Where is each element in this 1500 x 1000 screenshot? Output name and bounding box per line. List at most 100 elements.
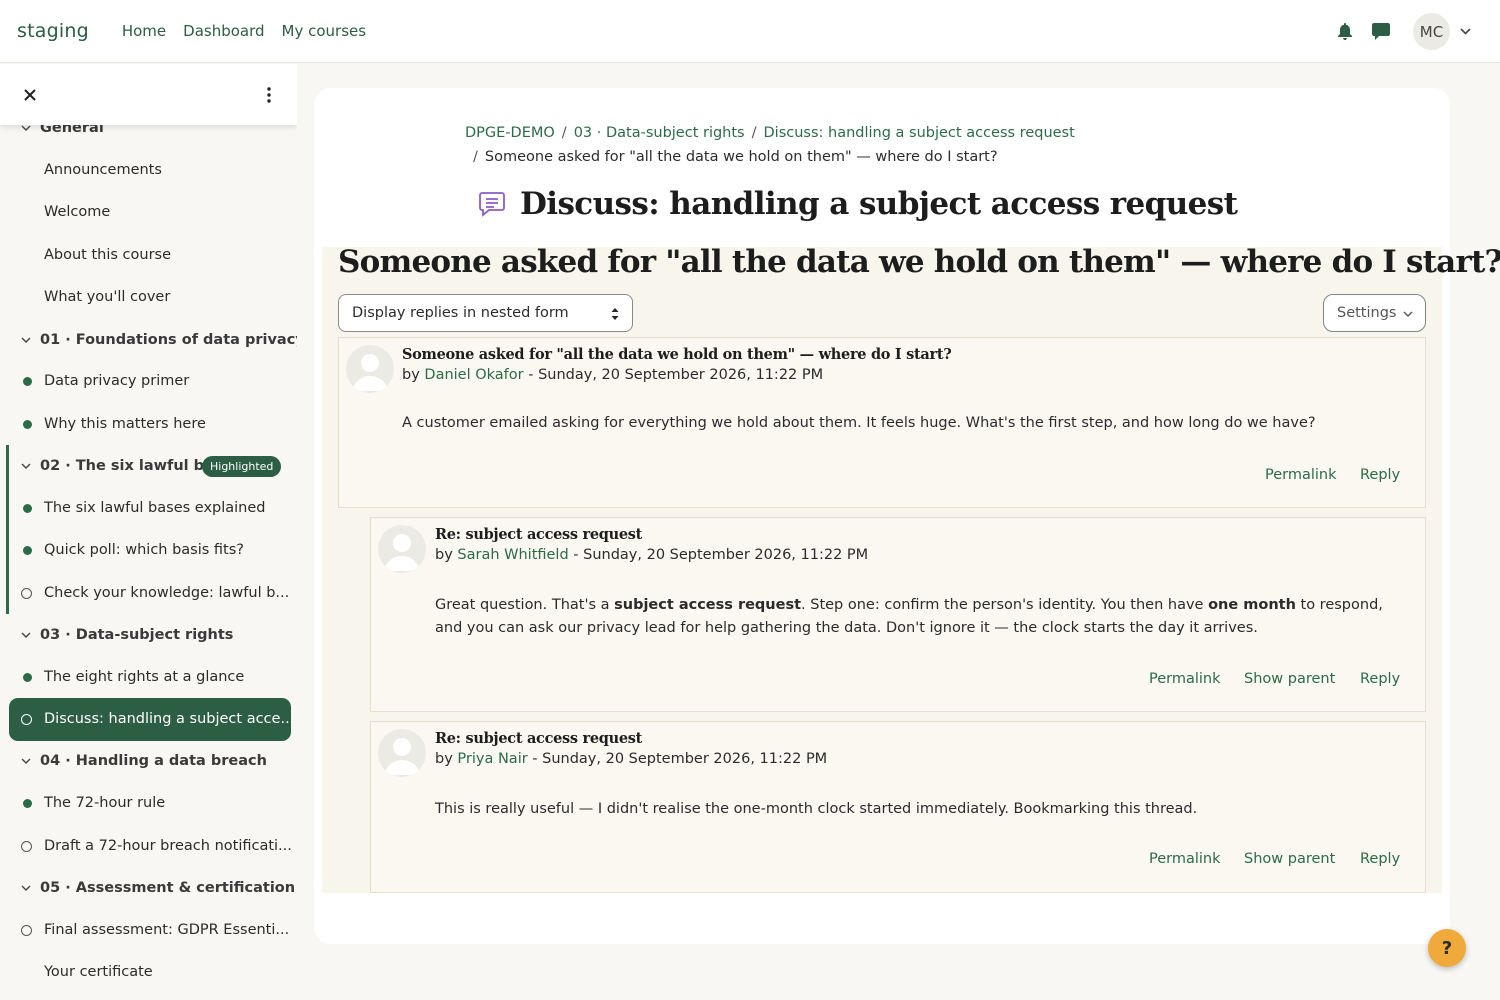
breadcrumb-section-link[interactable]: 03 · Data-subject rights — [574, 125, 745, 141]
course-item-eight-rights[interactable]: The eight rights at a glance — [0, 657, 297, 697]
course-item-label: The eight rights at a glance — [44, 669, 245, 685]
course-item-announcements[interactable]: Announcements — [0, 150, 297, 190]
section-02[interactable]: 02 · The six lawful b... Highlighted — [0, 446, 297, 486]
permalink-link[interactable]: Permalink — [1149, 851, 1221, 867]
forum-activity-icon — [479, 192, 505, 217]
reply-link[interactable]: Reply — [1360, 467, 1400, 483]
nav-dashboard-link[interactable]: Dashboard — [183, 22, 264, 40]
reply-link[interactable]: Reply — [1360, 671, 1400, 687]
messages-chat-icon[interactable] — [1367, 18, 1395, 46]
post-author-link[interactable]: Priya Nair — [457, 751, 527, 767]
breadcrumb-course-link[interactable]: DPGE-DEMO — [465, 125, 555, 141]
course-item-what-youll-cover[interactable]: What you'll cover — [0, 277, 297, 317]
breadcrumb-separator: / — [751, 125, 757, 141]
section-03[interactable]: 03 · Data-subject rights — [0, 615, 297, 655]
post-by: by — [402, 367, 420, 383]
close-drawer-icon[interactable] — [20, 85, 40, 105]
course-item-label: What you'll cover — [44, 289, 171, 305]
section-label: 01 · Foundations of data privacy — [40, 332, 297, 348]
section-04[interactable]: 04 · Handling a data breach — [0, 741, 297, 781]
section-05[interactable]: 05 · Assessment & certification — [0, 868, 297, 908]
display-mode-value: Display replies in nested form — [352, 305, 569, 321]
section-collapse-chevron-icon[interactable] — [20, 460, 32, 472]
breadcrumb-separator: / — [473, 149, 478, 165]
course-item-welcome[interactable]: Welcome — [0, 192, 297, 232]
course-item-label: Data privacy primer — [44, 373, 190, 389]
section-collapse-chevron-icon[interactable] — [20, 755, 32, 767]
course-item-72-hour-rule[interactable]: The 72-hour rule — [0, 783, 297, 823]
course-item-why-this-matters[interactable]: Why this matters here — [0, 404, 297, 444]
course-item-draft-breach-notification[interactable]: Draft a 72-hour breach notificati... — [0, 826, 297, 866]
permalink-link[interactable]: Permalink — [1149, 671, 1221, 687]
section-01[interactable]: 01 · Foundations of data privacy — [0, 320, 297, 360]
course-item-check-knowledge[interactable]: Check your knowledge: lawful b... — [0, 573, 297, 613]
page-header: Discuss: handling a subject access reque… — [478, 186, 1238, 222]
post-author-link[interactable]: Daniel Okafor — [424, 367, 523, 383]
breadcrumb-current: Someone asked for "all the data we hold … — [484, 149, 998, 165]
course-item-quick-poll[interactable]: Quick poll: which basis fits? — [0, 530, 297, 570]
breadcrumb: DPGE-DEMO / 03 · Data-subject rights / Discu… — [465, 121, 1165, 169]
course-item-label: Quick poll: which basis fits? — [44, 542, 244, 558]
breadcrumb-forum-link[interactable]: Discuss: handling a subject access reque… — [764, 125, 1075, 141]
course-item-data-privacy-primer[interactable]: Data privacy primer — [0, 361, 297, 401]
course-item-label: The 72-hour rule — [44, 795, 166, 811]
nav-home-link[interactable]: Home — [122, 22, 166, 40]
incomplete-ring-icon — [21, 924, 32, 936]
post-body-text: . Step one: confirm the person's identit… — [801, 597, 1209, 613]
settings-button[interactable]: Settings — [1323, 294, 1426, 332]
section-label: 05 · Assessment & certification — [40, 880, 296, 896]
post-date: - Sunday, 20 September 2026, 11:22 PM — [568, 547, 869, 563]
user-menu-chevron-down-icon[interactable] — [1458, 25, 1472, 39]
author-avatar-placeholder[interactable] — [378, 525, 426, 573]
completed-dot-icon — [23, 419, 32, 429]
discussion-title: Someone asked for "all the data we hold … — [338, 244, 1500, 280]
author-avatar-placeholder[interactable] — [378, 729, 426, 777]
show-parent-link[interactable]: Show parent — [1244, 851, 1335, 867]
post-meta: by Daniel Okafor - Sunday, 20 September … — [402, 367, 823, 383]
show-parent-link[interactable]: Show parent — [1244, 671, 1335, 687]
section-label: 04 · Handling a data breach — [40, 753, 267, 769]
display-mode-select[interactable]: Display replies in nested form — [338, 294, 633, 332]
completed-dot-icon — [23, 376, 32, 386]
settings-label: Settings — [1337, 305, 1397, 321]
notifications-bell-icon[interactable] — [1331, 18, 1359, 46]
post-subject: Someone asked for "all the data we hold … — [402, 346, 952, 363]
completed-dot-icon — [23, 503, 32, 513]
course-item-label: Discuss: handling a subject acce... — [44, 711, 295, 727]
select-updown-arrows-icon — [611, 308, 619, 320]
post-body-bold: one month — [1208, 597, 1296, 613]
top-navbar: staging Home Dashboard My courses MC — [0, 0, 1500, 63]
incomplete-ring-icon — [21, 840, 32, 852]
section-collapse-chevron-icon[interactable] — [20, 629, 32, 641]
completed-dot-icon — [23, 798, 32, 808]
nav-my-courses-link[interactable]: My courses — [282, 22, 367, 40]
post-body: This is really useful — I didn't realise… — [435, 801, 1198, 817]
post-date: - Sunday, 20 September 2026, 11:22 PM — [527, 751, 828, 767]
course-item-discuss-sar-current[interactable]: Discuss: handling a subject acce... — [0, 699, 297, 739]
author-avatar-placeholder[interactable] — [346, 345, 394, 393]
section-label: 03 · Data-subject rights — [40, 627, 234, 643]
user-avatar[interactable]: MC — [1413, 13, 1450, 50]
course-item-final-assessment[interactable]: Final assessment: GDPR Essenti... — [0, 910, 297, 950]
post-body-bold: subject access request — [614, 597, 802, 613]
highlighted-badge: Highlighted — [202, 455, 282, 477]
course-index-drawer: General Announcements Welcome About this… — [0, 64, 297, 1000]
permalink-link[interactable]: Permalink — [1265, 467, 1337, 483]
course-item-label: Announcements — [44, 162, 162, 178]
incomplete-ring-icon — [21, 713, 32, 725]
post-author-link[interactable]: Sarah Whitfield — [457, 547, 568, 563]
post-body-text: Great question. That's a — [435, 597, 615, 613]
section-collapse-chevron-icon[interactable] — [20, 882, 32, 894]
post-by: by — [435, 547, 453, 563]
course-index-list: General Announcements Welcome About this… — [0, 64, 297, 1000]
course-item-certificate[interactable]: Your certificate — [0, 952, 297, 992]
course-item-about[interactable]: About this course — [0, 235, 297, 275]
reply-link[interactable]: Reply — [1360, 851, 1400, 867]
section-collapse-chevron-icon[interactable] — [20, 334, 32, 346]
course-item-label: Welcome — [44, 204, 111, 220]
course-item-label: The six lawful bases explained — [44, 500, 266, 516]
course-item-six-lawful-bases[interactable]: The six lawful bases explained — [0, 488, 297, 528]
site-brand[interactable]: staging — [17, 20, 89, 42]
help-question-icon[interactable]: ? — [1428, 929, 1466, 967]
drawer-more-options-icon[interactable] — [259, 85, 279, 105]
